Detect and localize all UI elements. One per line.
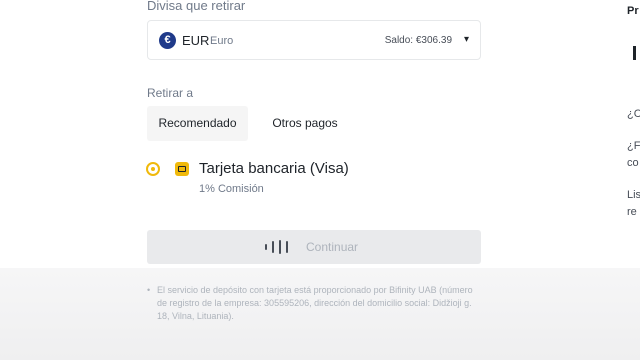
tab-recommended[interactable]: Recomendado <box>147 106 248 141</box>
balance-text: Saldo: €306.39 <box>384 35 452 46</box>
disclaimer-bullet: • <box>147 285 151 295</box>
method-title[interactable]: Tarjeta bancaria (Visa) <box>199 160 349 177</box>
side-panel-text: co <box>627 157 639 169</box>
side-panel-link[interactable]: ¿C <box>627 108 640 120</box>
method-radio[interactable] <box>146 162 160 176</box>
currency-label: Divisa que retirar <box>147 0 246 13</box>
continue-label: Continuar <box>306 240 359 254</box>
tab-other-payments[interactable]: Otros pagos <box>258 106 352 141</box>
card-icon-outline <box>178 166 186 172</box>
withdraw-to-label: Retirar a <box>147 86 194 100</box>
disclaimer: • El servicio de depósito con tarjeta es… <box>147 284 477 323</box>
currency-code: EUR <box>182 33 210 48</box>
side-panel-text: re <box>627 206 637 218</box>
side-panel-marker <box>633 46 636 60</box>
bank-card-icon <box>175 162 189 176</box>
continue-button[interactable]: Continuar <box>147 230 481 264</box>
currency-name: Euro <box>210 35 234 47</box>
caret-down-icon: ▾ <box>463 34 469 45</box>
loading-icon <box>265 240 295 254</box>
side-panel-link[interactable]: ¿F <box>627 140 640 152</box>
disclaimer-text: El servicio de depósito con tarjeta está… <box>157 285 473 321</box>
side-panel-title: Pr <box>627 5 639 17</box>
method-fee: 1% Comisión <box>199 183 264 195</box>
side-panel-link[interactable]: Lis <box>627 189 640 201</box>
euro-icon: € <box>159 32 176 49</box>
radio-selected-dot <box>151 167 155 171</box>
currency-select[interactable]: € EUR Euro Saldo: €306.39 ▾ <box>147 20 481 60</box>
